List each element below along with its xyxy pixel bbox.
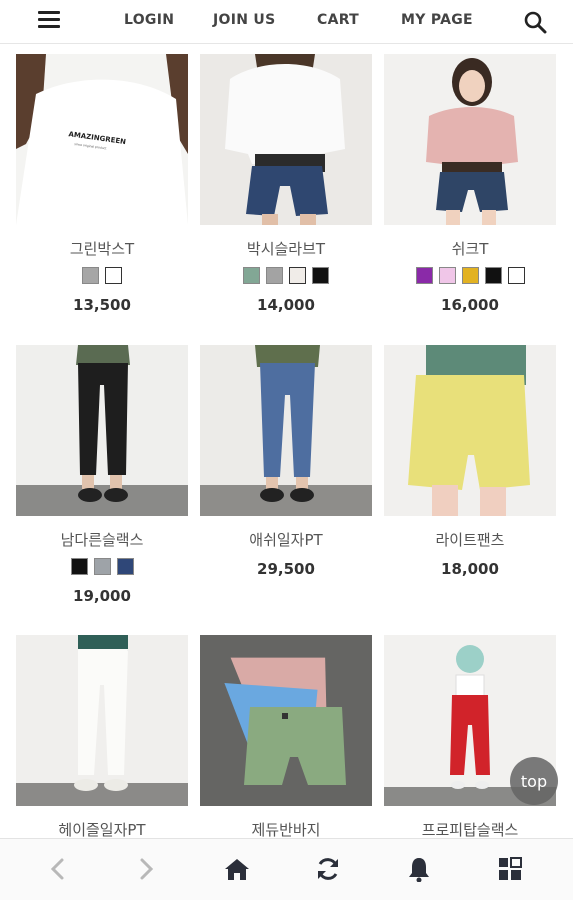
color-swatches <box>16 267 188 285</box>
color-swatch[interactable] <box>507 267 525 284</box>
product-card[interactable]: 제듀반바지 <box>200 635 372 839</box>
product-price: 19,000 <box>73 587 131 605</box>
color-swatch[interactable] <box>70 558 88 575</box>
product-price: 18,000 <box>441 560 499 578</box>
product-image[interactable] <box>200 635 372 806</box>
product-image[interactable] <box>384 345 556 516</box>
hamburger-menu-icon[interactable] <box>38 11 60 31</box>
product-card[interactable]: 쉬크T 16,000 <box>384 54 556 314</box>
product-name[interactable]: 라이트팬츠 <box>384 529 556 549</box>
product-image[interactable] <box>384 54 556 225</box>
color-swatch[interactable] <box>461 267 479 284</box>
home-icon[interactable] <box>223 855 251 883</box>
top-header: LOGIN JOIN US CART MY PAGE <box>0 0 573 44</box>
product-image[interactable] <box>200 345 372 516</box>
color-swatch[interactable] <box>243 267 260 284</box>
color-swatch[interactable] <box>93 558 111 575</box>
color-swatch[interactable] <box>484 267 502 284</box>
color-swatches <box>16 558 188 576</box>
forward-icon[interactable] <box>132 855 160 883</box>
grid-icon[interactable] <box>496 855 524 883</box>
product-card[interactable]: 남다른슬랙스 19,000 <box>16 345 188 605</box>
product-price: 29,500 <box>257 560 315 578</box>
color-swatch[interactable] <box>266 267 283 284</box>
product-name[interactable]: 쉬크T <box>384 238 556 258</box>
product-name[interactable]: 제듀반바지 <box>200 819 372 839</box>
color-swatches <box>200 267 372 285</box>
product-image[interactable] <box>16 345 188 516</box>
color-swatch[interactable] <box>415 267 433 284</box>
product-name[interactable]: 프로피탑슬랙스 <box>384 819 556 839</box>
search-icon[interactable] <box>523 10 547 34</box>
color-swatch[interactable] <box>82 267 99 284</box>
product-name[interactable]: 그린박스T <box>16 238 188 258</box>
color-swatch[interactable] <box>438 267 456 284</box>
back-icon[interactable] <box>44 855 72 883</box>
login-link[interactable]: LOGIN <box>124 12 174 28</box>
product-price: 13,500 <box>73 296 131 314</box>
product-image[interactable] <box>16 635 188 806</box>
product-name[interactable]: 헤이즐일자PT <box>16 819 188 839</box>
product-name[interactable]: 남다른슬랙스 <box>16 529 188 549</box>
refresh-icon[interactable] <box>314 855 342 883</box>
product-card[interactable]: 프로피탑슬랙스 <box>384 635 556 839</box>
product-price: 16,000 <box>441 296 499 314</box>
product-card[interactable]: 박시슬라브T 14,000 <box>200 54 372 314</box>
my-page-link[interactable]: MY PAGE <box>401 12 473 28</box>
product-price: 14,000 <box>257 296 315 314</box>
bottom-toolbar <box>0 838 573 900</box>
color-swatch[interactable] <box>105 267 122 284</box>
scroll-top-button[interactable]: top <box>510 757 558 805</box>
color-swatch[interactable] <box>312 267 329 284</box>
product-card[interactable]: AMAZINGREEN since original product 그린박스T… <box>16 54 188 314</box>
color-swatch[interactable] <box>289 267 306 284</box>
product-image[interactable]: AMAZINGREEN since original product <box>16 54 188 225</box>
bell-icon[interactable] <box>405 855 433 883</box>
product-card[interactable]: 애쉬일자PT 29,500 <box>200 345 372 578</box>
product-image[interactable] <box>200 54 372 225</box>
color-swatches <box>384 267 556 285</box>
product-card[interactable]: 라이트팬츠 18,000 <box>384 345 556 578</box>
product-name[interactable]: 박시슬라브T <box>200 238 372 258</box>
cart-link[interactable]: CART <box>317 12 359 28</box>
color-swatch[interactable] <box>116 558 134 575</box>
join-us-link[interactable]: JOIN US <box>213 12 275 28</box>
product-name[interactable]: 애쉬일자PT <box>200 529 372 549</box>
product-card[interactable]: 헤이즐일자PT <box>16 635 188 839</box>
